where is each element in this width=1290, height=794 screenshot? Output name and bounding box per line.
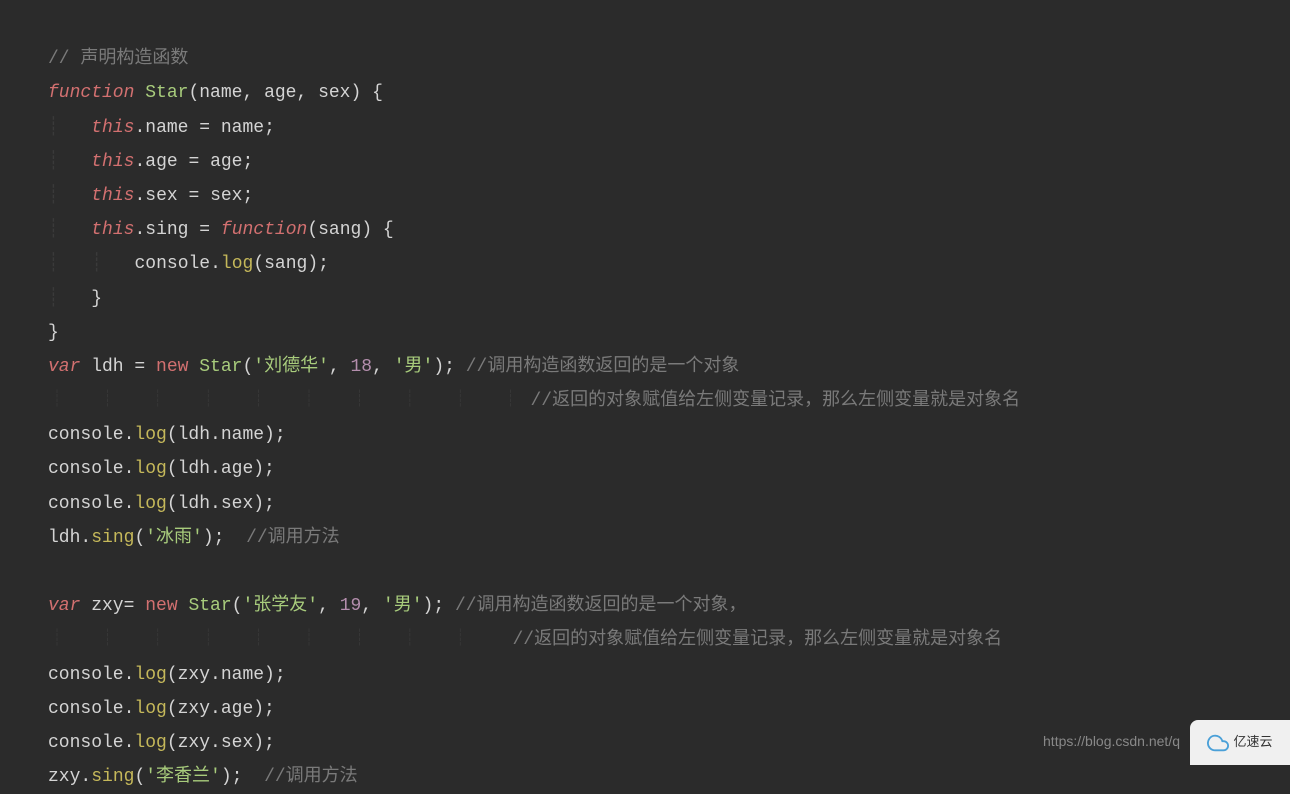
cloud-icon bbox=[1207, 732, 1229, 754]
code-line: console.log(ldh.name); bbox=[48, 425, 286, 445]
watermark-logo: 亿速云 bbox=[1190, 720, 1290, 765]
comment: // 声明构造函数 bbox=[48, 49, 188, 69]
code-line: console.log(zxy.age); bbox=[48, 699, 275, 719]
code-line: ldh.sing('冰雨'); //调用方法 bbox=[48, 528, 340, 548]
code-line: console.log(ldh.sex); bbox=[48, 494, 275, 514]
code-line: function Star(name, age, sex) { bbox=[48, 83, 383, 103]
code-line: ┊ this.sex = sex; bbox=[48, 186, 253, 206]
keyword-new: new bbox=[156, 357, 188, 377]
code-editor: // 声明构造函数 function Star(name, age, sex) … bbox=[0, 0, 1290, 794]
code-line: ┊ this.sing = function(sang) { bbox=[48, 220, 394, 240]
code-line: console.log(zxy.sex); bbox=[48, 733, 275, 753]
brand-text: 亿速云 bbox=[1233, 730, 1272, 755]
code-line: ┊ ┊ ┊ ┊ ┊ ┊ ┊ ┊ ┊ ┊ //返回的对象赋值给左侧变量记录，那么左… bbox=[48, 391, 1020, 411]
code-line: console.log(ldh.age); bbox=[48, 459, 275, 479]
function-name: Star bbox=[145, 83, 188, 103]
code-line: console.log(zxy.name); bbox=[48, 665, 286, 685]
code-line: // 声明构造函数 bbox=[48, 49, 188, 69]
code-line: var ldh = new Star('刘德华', 18, '男'); //调用… bbox=[48, 357, 739, 377]
code-line: ┊ ┊ ┊ ┊ ┊ ┊ ┊ ┊ ┊ //返回的对象赋值给左侧变量记录，那么左侧变… bbox=[48, 630, 1002, 650]
code-line: zxy.sing('李香兰'); //调用方法 bbox=[48, 767, 358, 787]
code-line bbox=[48, 562, 59, 582]
code-line: ┊ this.age = age; bbox=[48, 152, 253, 172]
code-line: ┊ ┊ console.log(sang); bbox=[48, 254, 329, 274]
code-line: ┊ this.name = name; bbox=[48, 118, 275, 138]
code-line: var zxy= new Star('张学友', 19, '男'); //调用构… bbox=[48, 596, 747, 616]
code-line: } bbox=[48, 323, 59, 343]
watermark-url: https://blog.csdn.net/q bbox=[1043, 728, 1180, 755]
keyword-var: var bbox=[48, 357, 80, 377]
code-line: ┊ } bbox=[48, 289, 102, 309]
keyword-function: function bbox=[48, 83, 134, 103]
